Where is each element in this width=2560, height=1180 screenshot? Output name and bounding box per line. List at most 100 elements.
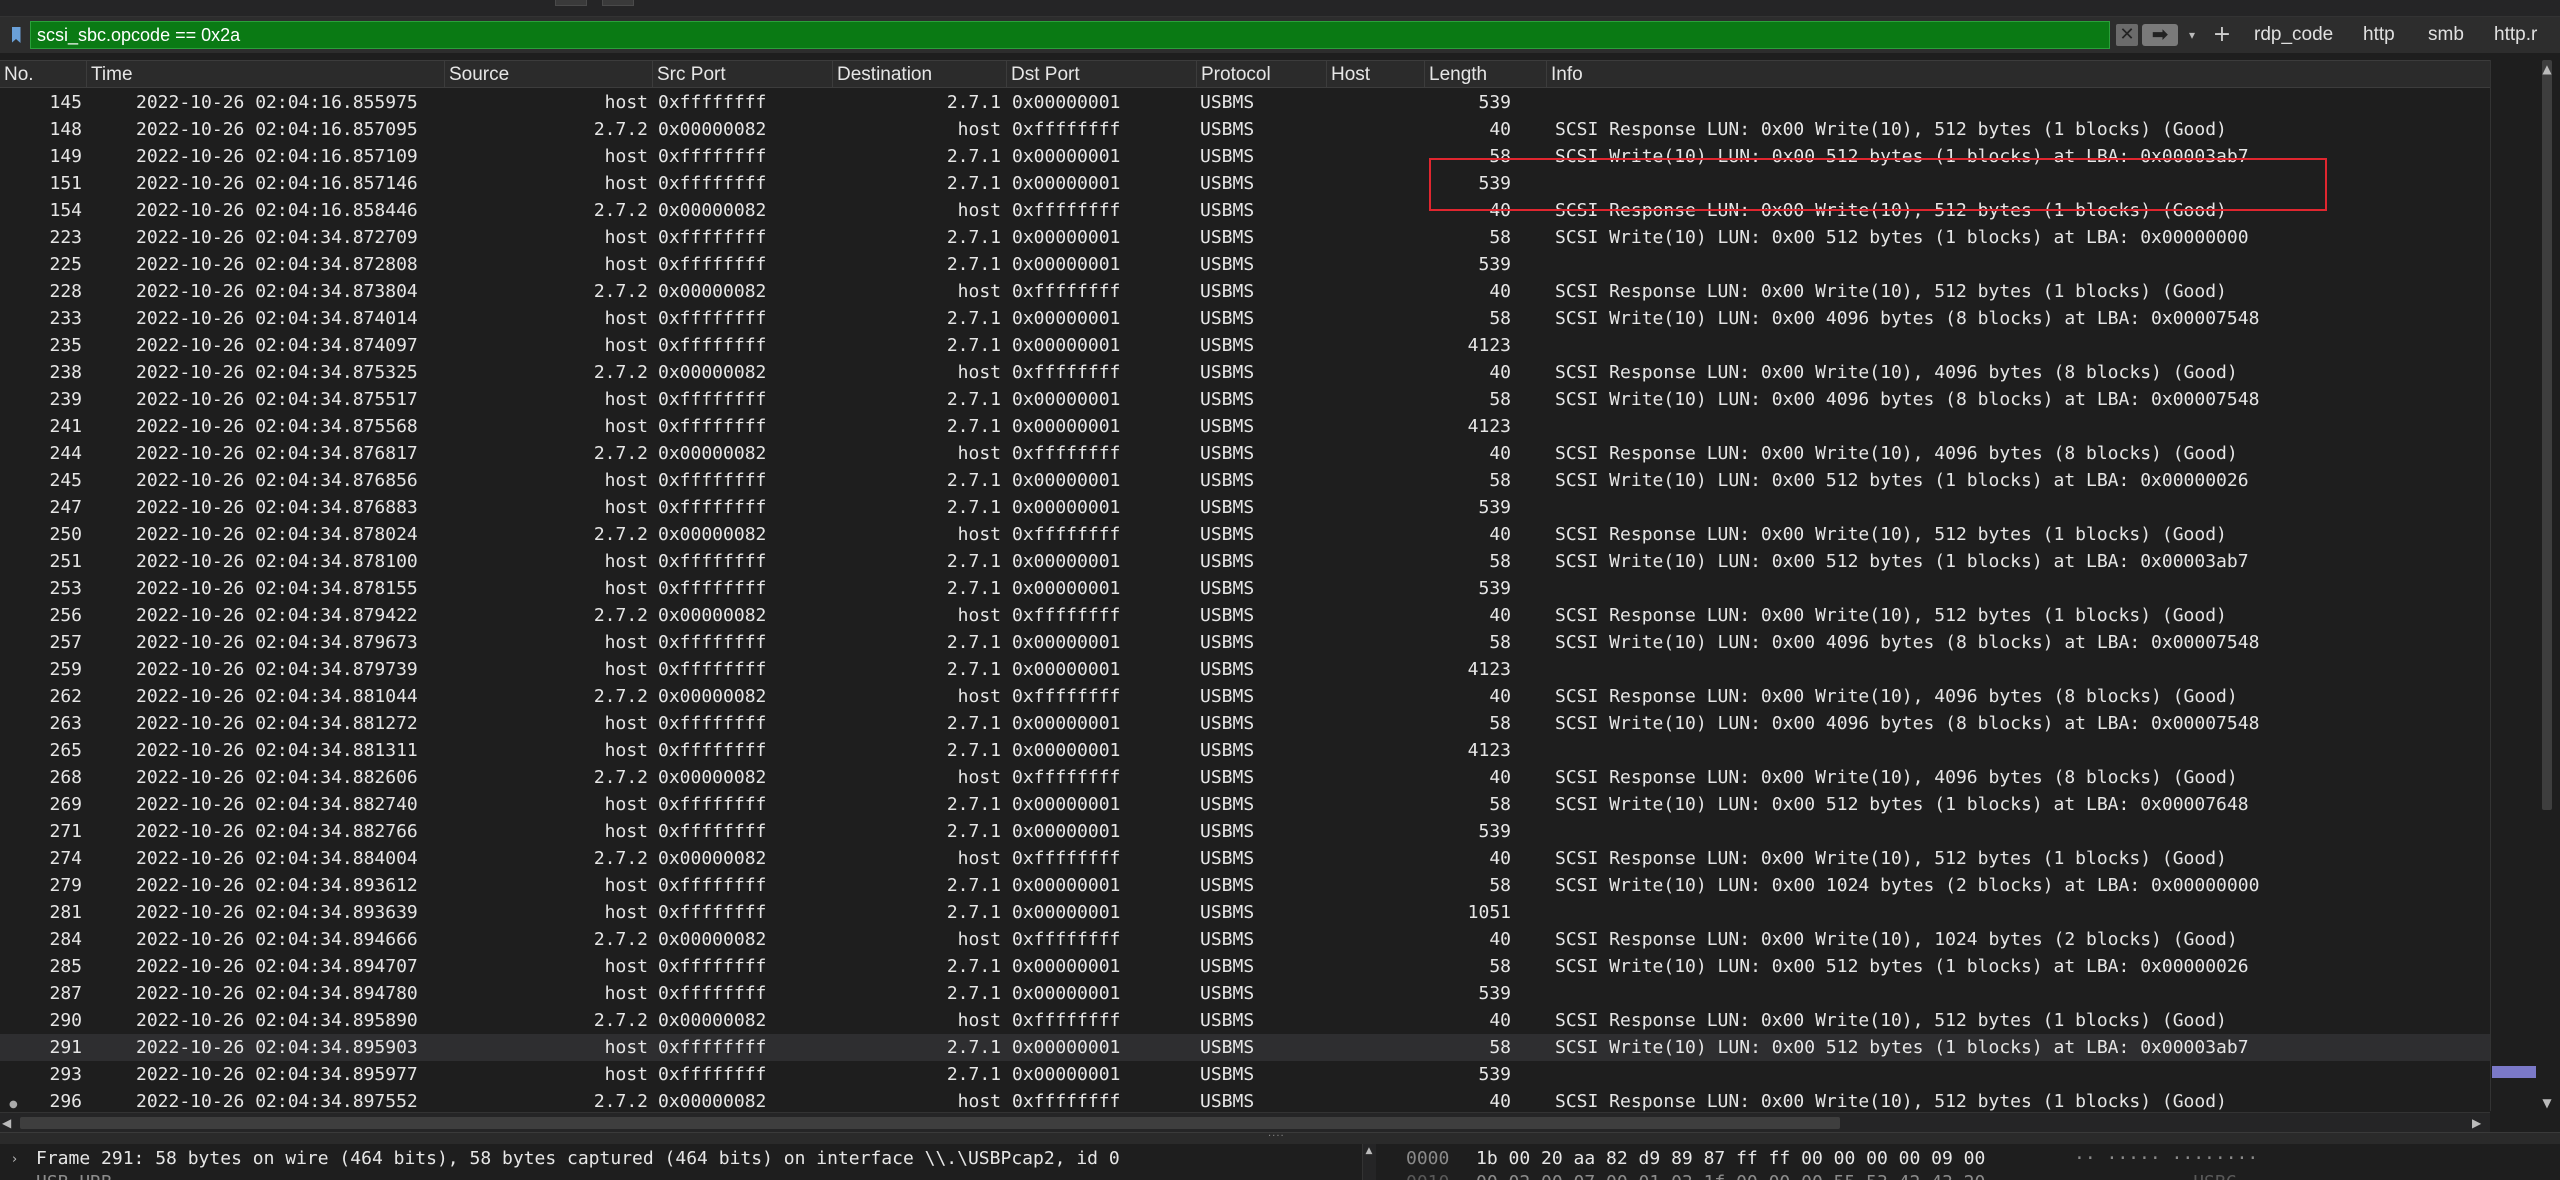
table-row[interactable]: 151 2022-10-26 02:04:16.857146 host 0xfffff… — [0, 170, 2490, 197]
filter-history-chevron-icon[interactable]: ▾ — [2184, 24, 2200, 46]
table-row[interactable]: 239 2022-10-26 02:04:34.875517 host 0xfffff… — [0, 386, 2490, 413]
table-row[interactable]: 245 2022-10-26 02:04:34.876856 host 0xfffff… — [0, 467, 2490, 494]
cell-no: 271 — [49, 821, 82, 842]
cell-info: SCSI Write(10) LUN: 0x00 4096 bytes (8 b… — [1555, 713, 2260, 734]
table-row[interactable]: 154 2022-10-26 02:04:16.858446 2.7.2 0x0000… — [0, 197, 2490, 224]
cell-time: 2022-10-26 02:04:34.872808 — [136, 254, 418, 275]
scroll-right-arrow-icon[interactable]: ▶ — [2472, 1115, 2486, 1131]
table-row[interactable]: 274 2022-10-26 02:04:34.884004 2.7.2 0x0000… — [0, 845, 2490, 872]
cell-length: 58 — [1489, 794, 1511, 815]
table-row[interactable]: 284 2022-10-26 02:04:34.894666 2.7.2 0x0000… — [0, 926, 2490, 953]
table-row[interactable]: 233 2022-10-26 02:04:34.874014 host 0xfffff… — [0, 305, 2490, 332]
column-header-destination[interactable]: Destination — [833, 61, 1007, 88]
detail-frame-line[interactable]: Frame 291: 58 bytes on wire (464 bits), … — [36, 1146, 1120, 1172]
toolbar-stub-button[interactable] — [602, 0, 634, 6]
table-row[interactable]: 259 2022-10-26 02:04:34.879739 host 0xfffff… — [0, 656, 2490, 683]
column-header-host[interactable]: Host — [1327, 61, 1425, 88]
packet-list-scrollbar-thumb[interactable] — [2542, 60, 2552, 810]
scroll-up-arrow-icon[interactable]: ▲ — [2540, 62, 2554, 76]
table-row[interactable]: 238 2022-10-26 02:04:34.875325 2.7.2 0x0000… — [0, 359, 2490, 386]
cell-protocol: USBMS — [1200, 605, 1255, 626]
cell-protocol: USBMS — [1200, 254, 1255, 275]
cell-source: host — [604, 902, 648, 923]
cell-dst-port: 0x00000001 — [1012, 389, 1121, 410]
table-row[interactable]: 279 2022-10-26 02:04:34.893612 host 0xfffff… — [0, 872, 2490, 899]
table-row[interactable]: 285 2022-10-26 02:04:34.894707 host 0xfffff… — [0, 953, 2490, 980]
cell-dst-port: 0xffffffff — [1012, 200, 1121, 221]
table-row[interactable]: 251 2022-10-26 02:04:34.878100 host 0xfffff… — [0, 548, 2490, 575]
table-row[interactable]: 269 2022-10-26 02:04:34.882740 host 0xfffff… — [0, 791, 2490, 818]
table-row[interactable]: 223 2022-10-26 02:04:34.872709 host 0xfffff… — [0, 224, 2490, 251]
table-row[interactable]: 225 2022-10-26 02:04:34.872808 host 0xfffff… — [0, 251, 2490, 278]
filter-button-http-r[interactable]: http.r — [2494, 23, 2537, 47]
filter-bookmark-icon[interactable] — [6, 23, 26, 47]
toolbar-stub-button[interactable] — [555, 0, 587, 6]
table-row[interactable]: 290 2022-10-26 02:04:34.895890 2.7.2 0x0000… — [0, 1007, 2490, 1034]
table-row[interactable]: 291 2022-10-26 02:04:34.895903 host 0xfffff… — [0, 1034, 2490, 1061]
cell-host — [1330, 629, 1425, 656]
column-header-dst-port[interactable]: Dst Port — [1007, 61, 1197, 88]
filter-button-smb[interactable]: smb — [2428, 23, 2464, 47]
cell-host — [1330, 170, 1425, 197]
table-row[interactable]: 257 2022-10-26 02:04:34.879673 host 0xfffff… — [0, 629, 2490, 656]
packet-list-minimap[interactable] — [2490, 60, 2536, 1111]
splitter-grip-icon[interactable]: ···· — [1268, 1132, 1298, 1142]
column-header-no[interactable]: No. — [0, 61, 87, 88]
table-row[interactable]: 241 2022-10-26 02:04:34.875568 host 0xfffff… — [0, 413, 2490, 440]
table-row[interactable]: 296 2022-10-26 02:04:34.897552 2.7.2 0x0000… — [0, 1088, 2490, 1111]
cell-destination: 2.7.1 — [946, 416, 1001, 437]
table-row[interactable]: 293 2022-10-26 02:04:34.895977 host 0xfffff… — [0, 1061, 2490, 1088]
table-row[interactable]: 263 2022-10-26 02:04:34.881272 host 0xfffff… — [0, 710, 2490, 737]
table-row[interactable]: 281 2022-10-26 02:04:34.893639 host 0xfffff… — [0, 899, 2490, 926]
column-header-src-port[interactable]: Src Port — [653, 61, 833, 88]
cell-time: 2022-10-26 02:04:34.894780 — [136, 983, 418, 1004]
table-row[interactable]: 228 2022-10-26 02:04:34.873804 2.7.2 0x0000… — [0, 278, 2490, 305]
hex-ascii[interactable]: ···········USBC — [2074, 1170, 2237, 1180]
table-row[interactable]: 268 2022-10-26 02:04:34.882606 2.7.2 0x0000… — [0, 764, 2490, 791]
cell-time: 2022-10-26 02:04:34.881044 — [136, 686, 418, 707]
hex-bytes[interactable]: 1b 00 20 aa 82 d9 89 87 ff ff 00 00 00 0… — [1476, 1146, 1985, 1172]
table-row[interactable]: 253 2022-10-26 02:04:34.878155 host 0xfffff… — [0, 575, 2490, 602]
add-filter-button-icon[interactable]: + — [2212, 21, 2232, 49]
packet-list-hscrollbar[interactable]: ◀ ▶ — [0, 1112, 2490, 1132]
table-row[interactable]: 265 2022-10-26 02:04:34.881311 host 0xfffff… — [0, 737, 2490, 764]
filter-button-http[interactable]: http — [2363, 23, 2395, 47]
details-scroll-up-icon[interactable]: ▲ — [1364, 1146, 1374, 1156]
table-row[interactable]: 235 2022-10-26 02:04:34.874097 host 0xfffff… — [0, 332, 2490, 359]
cell-destination: 2.7.1 — [946, 173, 1001, 194]
detail-urb-line[interactable]: USB URB — [36, 1170, 112, 1180]
table-row[interactable]: 271 2022-10-26 02:04:34.882766 host 0xfffff… — [0, 818, 2490, 845]
column-header-info[interactable]: Info — [1547, 61, 2490, 88]
cell-destination: 2.7.1 — [946, 389, 1001, 410]
column-header-time[interactable]: Time — [87, 61, 445, 88]
tree-expand-chevron-icon[interactable]: › — [12, 1150, 26, 1170]
column-header-length[interactable]: Length — [1425, 61, 1547, 88]
display-filter-input[interactable]: scsi_sbc.opcode == 0x2a — [30, 21, 2110, 49]
table-row[interactable]: 244 2022-10-26 02:04:34.876817 2.7.2 0x0000… — [0, 440, 2490, 467]
table-row[interactable]: 149 2022-10-26 02:04:16.857109 host 0xfffff… — [0, 143, 2490, 170]
table-row[interactable]: 256 2022-10-26 02:04:34.879422 2.7.2 0x0000… — [0, 602, 2490, 629]
table-row[interactable]: 262 2022-10-26 02:04:34.881044 2.7.2 0x0000… — [0, 683, 2490, 710]
column-header-protocol[interactable]: Protocol — [1197, 61, 1327, 88]
hex-bytes[interactable]: 00 02 00 07 00 01 03 1f 00 00 00 55 53 4… — [1476, 1170, 1985, 1180]
table-row[interactable]: 287 2022-10-26 02:04:34.894780 host 0xfffff… — [0, 980, 2490, 1007]
table-row[interactable]: 250 2022-10-26 02:04:34.878024 2.7.2 0x0000… — [0, 521, 2490, 548]
cell-length: 58 — [1489, 470, 1511, 491]
scroll-left-arrow-icon[interactable]: ◀ — [2, 1115, 16, 1131]
cell-dst-port: 0xffffffff — [1012, 605, 1121, 626]
table-row[interactable]: 145 2022-10-26 02:04:16.855975 host 0xfffff… — [0, 89, 2490, 116]
column-header-source[interactable]: Source — [445, 61, 653, 88]
table-row[interactable]: 247 2022-10-26 02:04:34.876883 host 0xfffff… — [0, 494, 2490, 521]
cell-destination: host — [957, 686, 1001, 707]
table-row[interactable]: 148 2022-10-26 02:04:16.857095 2.7.2 0x0000… — [0, 116, 2490, 143]
cell-source: host — [604, 983, 648, 1004]
cell-time: 2022-10-26 02:04:34.878024 — [136, 524, 418, 545]
hscrollbar-thumb[interactable] — [20, 1117, 1840, 1129]
apply-filter-arrow-icon[interactable]: ➡ — [2142, 24, 2178, 46]
clear-filter-icon[interactable]: ✕ — [2116, 24, 2138, 46]
cell-dst-port: 0xffffffff — [1012, 524, 1121, 545]
hex-ascii[interactable]: ·· ····· ········ — [2074, 1146, 2258, 1172]
filter-button-rdp-code[interactable]: rdp_code — [2254, 23, 2333, 47]
scroll-down-arrow-icon[interactable]: ▼ — [2540, 1096, 2554, 1110]
packet-bytes-pane: 0000 1b 00 20 aa 82 d9 89 87 ff ff 00 00… — [1378, 1144, 2560, 1180]
